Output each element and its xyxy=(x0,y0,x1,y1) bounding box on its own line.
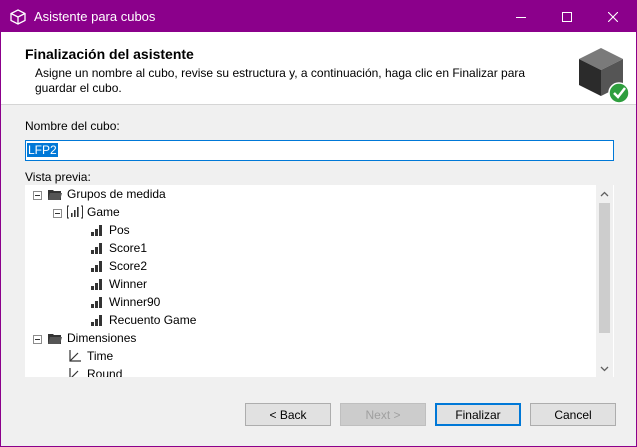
measure-icon xyxy=(89,276,105,292)
close-icon xyxy=(608,11,618,22)
maximize-icon xyxy=(562,11,572,22)
title-bar: Asistente para cubos xyxy=(1,1,636,32)
tree-node-measure-groups[interactable]: Grupos de medida xyxy=(47,185,166,203)
tree-node-label: Pos xyxy=(109,223,130,237)
measure-icon xyxy=(89,312,105,328)
collapse-toggle[interactable] xyxy=(33,335,42,344)
measure-icon xyxy=(89,258,105,274)
cancel-button[interactable]: Cancel xyxy=(530,403,616,426)
tree-node-label: Recuento Game xyxy=(109,313,197,327)
window-title: Asistente para cubos xyxy=(34,9,156,24)
collapse-toggle[interactable] xyxy=(33,191,42,200)
tree-node-label: Round xyxy=(87,367,123,377)
tree-node-label: Score2 xyxy=(109,259,148,273)
tree-node-label: Dimensiones xyxy=(67,331,137,345)
dimension-icon xyxy=(67,348,83,364)
tree-node-label: Grupos de medida xyxy=(67,187,166,201)
scroll-thumb[interactable] xyxy=(599,203,610,333)
page-description: Asigne un nombre al cubo, revise su estr… xyxy=(35,66,526,95)
finish-button[interactable]: Finalizar xyxy=(435,403,521,426)
cube-name-label: Nombre del cubo: xyxy=(25,119,120,133)
tree-node-measure[interactable]: Score1 xyxy=(89,239,147,257)
chevron-down-icon xyxy=(600,366,609,371)
tree-node-measure[interactable]: Winner90 xyxy=(89,293,160,311)
minimize-icon xyxy=(516,16,526,18)
measure-group-icon xyxy=(67,204,83,220)
close-button[interactable] xyxy=(590,1,636,32)
scroll-up-button[interactable] xyxy=(596,185,613,202)
folder-icon xyxy=(47,186,63,202)
tree-node-label: Time xyxy=(87,349,114,363)
collapse-toggle[interactable] xyxy=(53,209,62,218)
scroll-down-button[interactable] xyxy=(596,360,613,377)
tree-node-measure[interactable]: Pos xyxy=(89,221,130,239)
wizard-header: Finalización del asistente Asigne un nom… xyxy=(1,32,636,105)
cube-name-input[interactable]: LFP2 xyxy=(25,140,614,161)
cube-name-value: LFP2 xyxy=(27,143,58,157)
tree-node-label: Winner xyxy=(109,277,148,291)
tree-node-label: Winner90 xyxy=(109,295,161,309)
folder-icon xyxy=(47,330,63,346)
chevron-up-icon xyxy=(600,191,609,196)
tree-node-label: Game xyxy=(87,205,120,219)
cube-app-icon xyxy=(10,9,26,25)
dimension-icon xyxy=(67,366,83,377)
minimize-button[interactable] xyxy=(498,1,544,32)
tree-node-game[interactable]: Game xyxy=(67,203,120,221)
back-button[interactable]: < Back xyxy=(245,403,331,426)
page-title: Finalización del asistente xyxy=(25,46,194,62)
measure-icon xyxy=(89,240,105,256)
maximize-button[interactable] xyxy=(544,1,590,32)
wizard-window: Asistente para cubos Finalización del as… xyxy=(0,0,637,447)
tree-node-measure[interactable]: Recuento Game xyxy=(89,311,196,329)
tree-node-label: Score1 xyxy=(109,241,148,255)
tree-node-measure[interactable]: Winner xyxy=(89,275,147,293)
tree-node-dimension[interactable]: Round xyxy=(67,365,122,377)
tree-node-dimensions[interactable]: Dimensiones xyxy=(47,329,136,347)
cube-complete-icon xyxy=(579,48,630,104)
next-button[interactable]: Next > xyxy=(340,403,426,426)
measure-icon xyxy=(89,222,105,238)
tree-node-dimension[interactable]: Time xyxy=(67,347,113,365)
preview-label: Vista previa: xyxy=(25,170,91,184)
tree-node-measure[interactable]: Score2 xyxy=(89,257,147,275)
measure-icon xyxy=(89,294,105,310)
tree-scrollbar[interactable] xyxy=(596,185,613,377)
preview-tree[interactable]: Grupos de medida Game Pos Score1 Score2 … xyxy=(25,185,614,377)
